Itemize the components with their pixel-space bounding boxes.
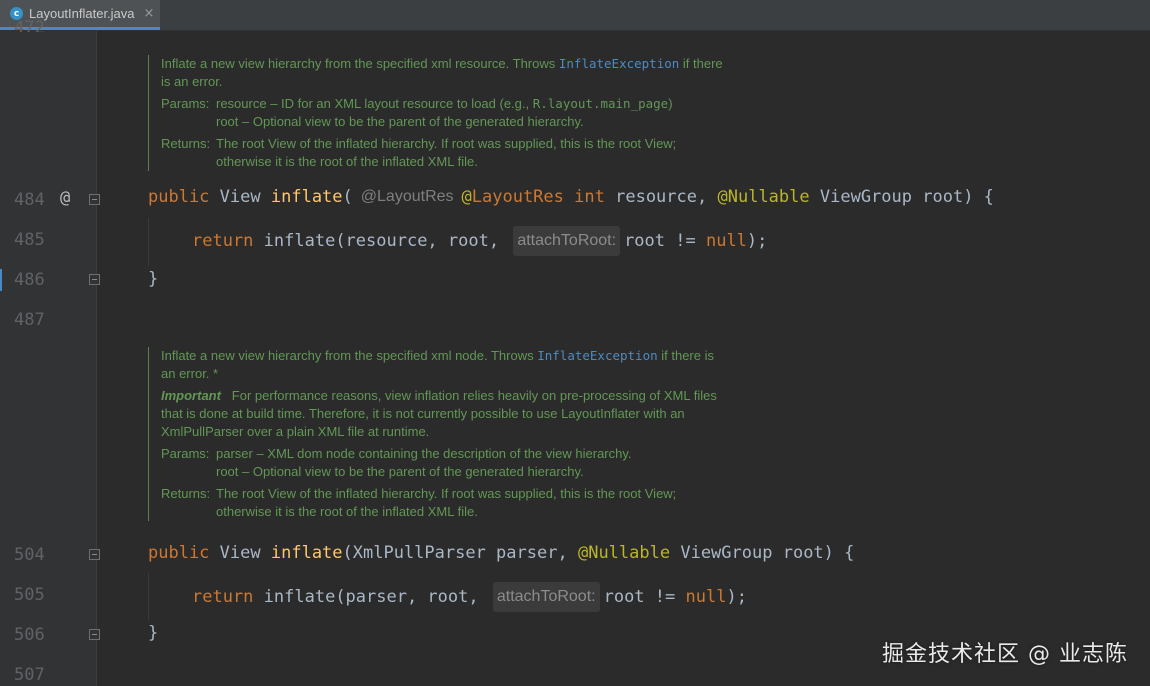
doc-params: Params: resource – ID for an XML layout … [161,96,673,129]
indent-guide [148,218,149,266]
doc-returns: Returns: The root View of the inflated h… [161,486,677,519]
indent-guide [148,573,149,621]
line-number: 505 [14,585,45,605]
important-label: Important [161,388,221,403]
fold-icon[interactable] [89,629,100,640]
code-line-484[interactable]: public View inflate(@LayoutRes @LayoutRes… [148,186,994,208]
line-number: 506 [14,625,45,645]
watermark: 掘金技术社区 @ 业志陈 [882,642,1128,667]
line-number: 504 [14,545,45,565]
inflate-exception-link[interactable]: InflateException [537,348,657,363]
parameter-hint: attachToRoot: [513,226,621,256]
editor-tab-bar: c LayoutInflater.java × [0,0,1150,31]
code-line-506[interactable]: } [148,622,158,644]
line-number: 485 [14,230,45,250]
line-number: 507 [14,665,45,685]
line-number: 472 [14,18,45,32]
close-icon[interactable]: × [144,6,155,21]
javadoc-block: Inflate a new view hierarchy from the sp… [148,347,781,521]
inferred-annotation-hint: @LayoutRes [360,188,454,205]
doc-params: Params: parser – XML dom node containing… [161,446,632,479]
code-line-486[interactable]: } [148,268,158,290]
fold-icon[interactable] [89,549,100,560]
doc-description: Inflate a new view hierarchy from the sp… [161,56,723,71]
fold-icon[interactable] [89,274,100,285]
caret-line-marker [0,269,2,291]
inflate-exception-link[interactable]: InflateException [559,56,679,71]
code-line-485[interactable]: return inflate(resource, root, attachToR… [192,226,767,256]
line-number: 487 [14,310,45,330]
doc-returns: Returns: The root View of the inflated h… [161,136,677,169]
line-number: 486 [14,270,45,290]
implements-marker-icon[interactable]: @ [60,188,70,208]
javadoc-block: Inflate a new view hierarchy from the sp… [148,55,801,171]
parameter-hint: attachToRoot: [492,582,600,612]
line-number: 484 [14,190,45,210]
code-line-505[interactable]: return inflate(parser, root, attachToRoo… [192,582,747,612]
fold-icon[interactable] [89,194,100,205]
code-line-504[interactable]: public View inflate(XmlPullParser parser… [148,542,854,564]
